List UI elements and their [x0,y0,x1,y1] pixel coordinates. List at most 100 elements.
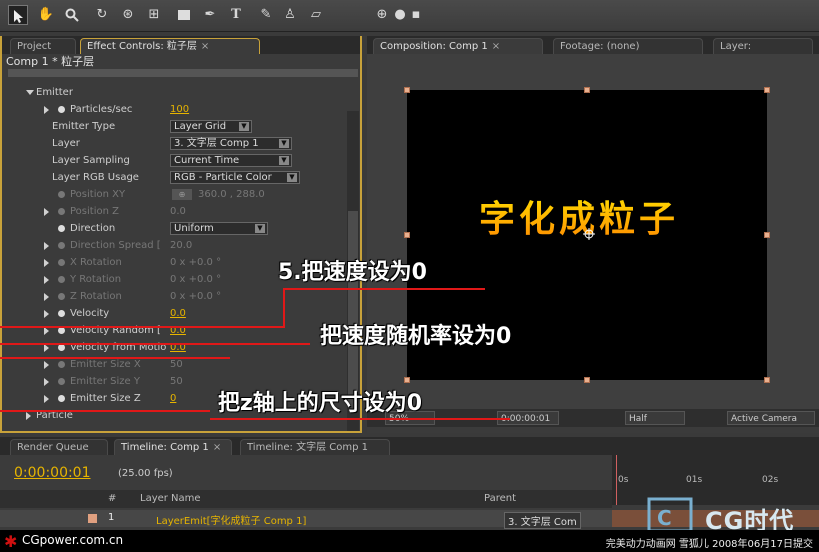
selection-arrow-icon[interactable] [8,5,28,25]
disclosure-expanded-icon[interactable] [26,90,34,95]
stopwatch-icon[interactable] [58,191,65,198]
property-dropdown[interactable]: 3. 文字层 Comp 1 ▼ [170,137,292,150]
tab-project[interactable]: Project [10,38,76,54]
layer-handle[interactable] [584,87,590,93]
chevron-down-icon[interactable]: ▼ [239,122,249,131]
disclosure-collapsed-icon[interactable] [44,378,49,386]
disclosure-collapsed-icon[interactable] [44,361,49,369]
property-value[interactable]: 0.0 [170,339,186,356]
property-dropdown[interactable]: Current Time ▼ [170,154,292,167]
axis-local-icon[interactable]: ⊕ [372,5,392,25]
layer-handle[interactable] [404,232,410,238]
property-value[interactable]: 0.0 [170,305,186,322]
stopwatch-icon[interactable] [58,259,65,266]
effect-row[interactable]: Layer RGB Usage RGB - Particle Color ▼ [2,169,347,186]
rotate-icon[interactable]: ↻ [92,5,112,25]
stopwatch-icon[interactable] [58,276,65,283]
layer-handle[interactable] [764,87,770,93]
axis-view-icon[interactable]: ▪ [406,5,426,25]
disclosure-collapsed-icon[interactable] [44,395,49,403]
disclosure-collapsed-icon[interactable] [44,276,49,284]
disclosure-collapsed-icon[interactable] [44,259,49,267]
resolution-dropdown[interactable]: Half [625,411,685,425]
effect-row[interactable]: Velocity 0.0 [2,305,347,322]
effect-row[interactable]: Emitter [2,84,347,101]
property-value[interactable]: 0 [170,390,176,407]
tab-timeline-text[interactable]: Timeline: 文字层 Comp 1 [240,439,390,455]
tab-composition[interactable]: Composition: Comp 1 × [373,38,543,54]
type-icon[interactable]: T [226,5,246,25]
rectangle-mask-icon[interactable] [174,5,194,25]
close-icon[interactable]: × [492,41,500,52]
disclosure-collapsed-icon[interactable] [44,106,49,114]
composition-viewer[interactable]: 字化成粒子 [367,54,819,409]
layer-handle[interactable] [584,377,590,383]
clone-stamp-icon[interactable]: ♙ [280,5,300,25]
effect-row[interactable]: Direction Uniform ▼ [2,220,347,237]
effect-row[interactable]: Particles/sec 100 [2,101,347,118]
chevron-down-icon[interactable]: ▼ [279,156,289,165]
stopwatch-icon[interactable] [58,310,65,317]
orbit-camera-icon[interactable]: ⊛ [118,5,138,25]
camera-dropdown[interactable]: Active Camera [727,411,815,425]
layer-handle[interactable] [404,87,410,93]
anchor-point-icon[interactable] [583,228,595,240]
stopwatch-icon[interactable] [58,395,65,402]
scrollbar-thumb[interactable] [348,211,358,411]
stopwatch-icon[interactable] [58,344,65,351]
chevron-down-icon[interactable]: ▼ [255,224,265,233]
chevron-down-icon[interactable]: ▼ [287,173,297,182]
tab-timeline-comp1[interactable]: Timeline: Comp 1 × [114,439,232,455]
brush-icon[interactable]: ✎ [256,5,276,25]
pen-icon[interactable]: ✒ [200,5,220,25]
effect-row[interactable]: Direction Spread [20.0 [2,237,347,254]
timeline-current-time[interactable]: 0:00:00:01 [14,465,91,481]
layer-handle[interactable] [764,232,770,238]
stopwatch-icon[interactable] [58,361,65,368]
layer-label-color[interactable] [88,514,97,523]
stopwatch-icon[interactable] [58,225,65,232]
layer-handle[interactable] [404,377,410,383]
disclosure-collapsed-icon[interactable] [44,293,49,301]
eraser-icon[interactable]: ▱ [306,5,326,25]
property-dropdown[interactable]: Uniform ▼ [170,222,268,235]
effect-row[interactable]: Layer 3. 文字层 Comp 1 ▼ [2,135,347,152]
close-icon[interactable]: × [213,442,221,453]
effect-row[interactable]: Velocity from Motio 0.0 [2,339,347,356]
property-value[interactable]: 100 [170,101,189,118]
disclosure-collapsed-icon[interactable] [44,242,49,250]
tab-footage[interactable]: Footage: (none) [553,38,703,54]
disclosure-collapsed-icon[interactable] [44,327,49,335]
layer-name[interactable]: LayerEmit[字化成粒子 Comp 1] [156,512,306,527]
property-value[interactable]: 0.0 [170,322,186,339]
property-dropdown[interactable]: Layer Grid ▼ [170,120,252,133]
layer-handle[interactable] [764,377,770,383]
crosshair-icon[interactable]: ⊕ [172,189,192,200]
close-icon[interactable]: × [201,41,209,52]
stopwatch-icon[interactable] [58,378,65,385]
effect-row[interactable]: Emitter Type Layer Grid ▼ [2,118,347,135]
hand-icon[interactable]: ✋ [36,5,56,25]
stopwatch-icon[interactable] [58,208,65,215]
stopwatch-icon[interactable] [58,242,65,249]
disclosure-collapsed-icon[interactable] [44,310,49,318]
effect-row[interactable]: Velocity Random [0.0 [2,322,347,339]
column-layer-name[interactable]: Layer Name [140,493,201,504]
layer-row[interactable]: 1 LayerEmit[字化成粒子 Comp 1] 3. 文字层 Com [0,510,612,529]
property-dropdown[interactable]: RGB - Particle Color ▼ [170,171,300,184]
stopwatch-icon[interactable] [58,106,65,113]
pan-behind-icon[interactable]: ⊞ [144,5,164,25]
parent-dropdown[interactable]: 3. 文字层 Com [504,512,581,529]
disclosure-collapsed-icon[interactable] [44,208,49,216]
tab-effect-controls[interactable]: Effect Controls: 粒子层 × [80,38,260,54]
stopwatch-icon[interactable] [58,293,65,300]
effect-row[interactable]: Layer Sampling Current Time ▼ [2,152,347,169]
tab-layer[interactable]: Layer: [713,38,813,54]
horizontal-scrollbar[interactable] [8,69,358,77]
effect-row[interactable]: Position Z 0.0 [2,203,347,220]
chevron-down-icon[interactable]: ▼ [279,139,289,148]
playhead[interactable] [616,455,617,505]
effect-row[interactable]: Position XY 360.0 , 288.0 ⊕ [2,186,347,203]
disclosure-collapsed-icon[interactable] [44,344,49,352]
tab-render-queue[interactable]: Render Queue [10,439,108,455]
